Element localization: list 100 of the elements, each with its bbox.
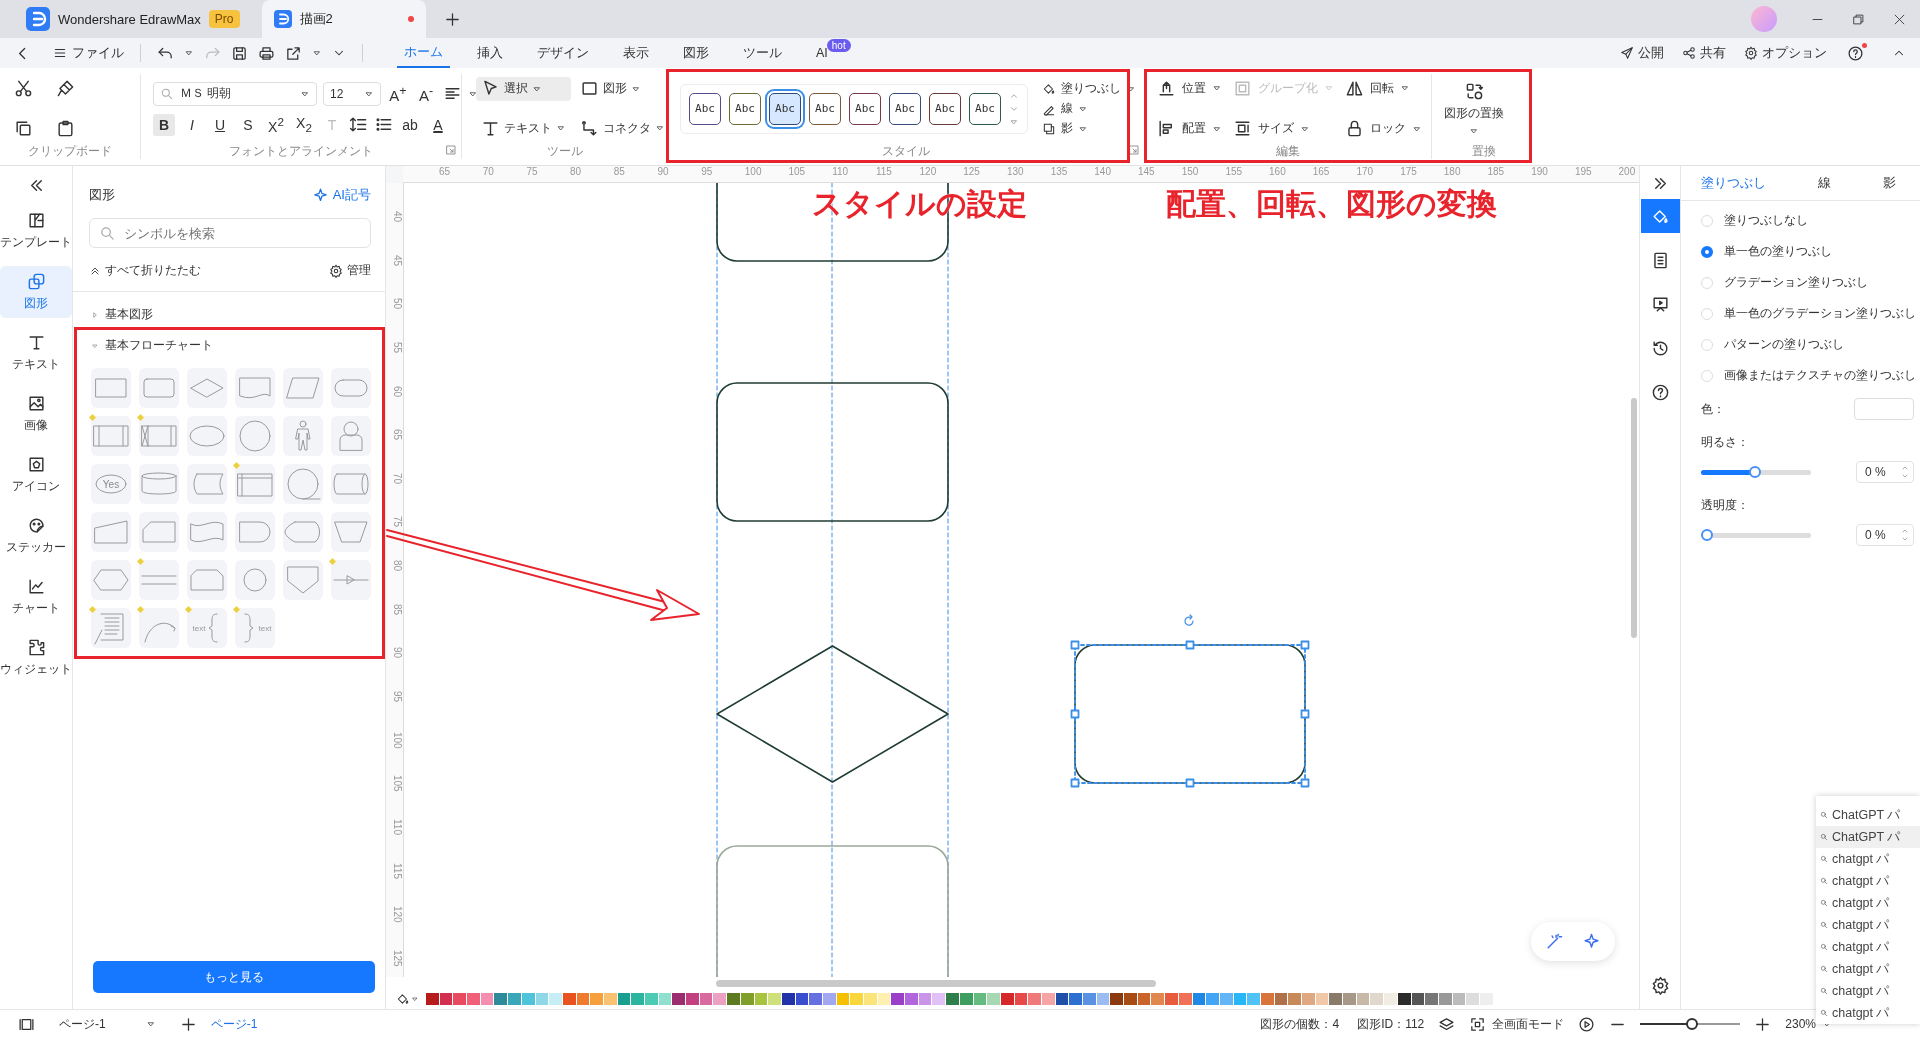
search-field[interactable]: シンボルを検索 <box>89 218 371 248</box>
more-button[interactable]: もっと見る <box>93 961 375 993</box>
fill-option[interactable]: グラデーション塗りつぶし <box>1701 274 1920 291</box>
fill-option[interactable]: 画像またはテクスチャの塗りつぶし <box>1701 367 1920 384</box>
tool-button[interactable]: 選択 <box>476 76 571 101</box>
suggestion-item[interactable]: chatgpt パ <box>1816 980 1920 1002</box>
line-button[interactable]: 線 <box>1042 100 1136 117</box>
panel-tab[interactable]: 塗りつぶし <box>1701 166 1766 200</box>
format-button[interactable]: X$_{2}$ <box>293 113 315 136</box>
percent-field[interactable]: 0 % <box>1856 524 1914 546</box>
ai-symbol-link[interactable]: AI記号 <box>311 186 371 204</box>
ribbon-tab[interactable]: ツール <box>736 38 789 68</box>
format-button[interactable]: S <box>237 113 259 136</box>
fill-option[interactable]: パターンの塗りつぶし <box>1701 336 1920 353</box>
suggestion-item[interactable]: chatgpt パ <box>1816 936 1920 958</box>
suggestion-item[interactable]: chatgpt パ <box>1816 1002 1920 1024</box>
style-preset[interactable]: Abc <box>689 92 721 125</box>
suggestion-item[interactable]: chatgpt パ <box>1816 870 1920 892</box>
ruler-label: 110 <box>391 818 403 838</box>
style-preset[interactable]: Abc <box>889 92 921 125</box>
ribbon-tab[interactable]: 図形 <box>676 38 716 68</box>
align-button[interactable]: 配置 <box>1157 119 1227 139</box>
panel-tab[interactable]: 影 <box>1883 166 1896 200</box>
fill-option[interactable]: 単一色のグラデーション塗りつぶし <box>1701 305 1920 322</box>
ruler-label: 165 <box>1312 166 1331 179</box>
style-preset[interactable]: Abc <box>729 92 761 125</box>
size-button[interactable]: サイズ <box>1233 119 1339 139</box>
tool-button[interactable]: テキスト <box>476 116 571 141</box>
format-button[interactable]: I <box>181 113 203 136</box>
page-tab[interactable]: ページ-1 <box>210 1015 258 1033</box>
share-button[interactable]: 共有 <box>1682 44 1726 62</box>
ruler-label: 85 <box>391 602 403 617</box>
sidebar-item[interactable]: 画像 <box>0 388 72 440</box>
sidebar-item[interactable]: チャート <box>0 571 72 623</box>
suggestion-item[interactable]: chatgpt パ <box>1816 892 1920 914</box>
sidebar-item[interactable]: テキスト <box>0 327 72 379</box>
collapse-all-button[interactable]: すべて折りたたむ <box>89 262 201 279</box>
ruler-label: 140 <box>1094 166 1112 179</box>
font-family-select[interactable]: ＭＳ 明朝 <box>153 81 317 106</box>
ruler-label: 50 <box>391 297 403 312</box>
ruler-label: 180 <box>1443 166 1462 179</box>
group-label: 編集 <box>1275 143 1301 159</box>
shrink-font-button[interactable]: A$^{-}$ <box>415 82 437 105</box>
style-preset[interactable]: Abc <box>929 92 961 125</box>
suggestion-item[interactable]: chatgpt パ <box>1816 914 1920 936</box>
grow-font-button[interactable]: A$^{+}$ <box>387 82 409 105</box>
options-button[interactable]: オプション <box>1744 44 1827 62</box>
app-tab[interactable]: Wondershare EdrawMax Pro <box>14 0 252 38</box>
shape-id: 図形ID：112 <box>1357 1015 1425 1033</box>
sidebar-item[interactable]: 図形 <box>0 266 72 318</box>
ribbon-tab[interactable]: デザイン <box>530 38 596 68</box>
font-size-select[interactable]: 12 <box>323 81 381 106</box>
ruler-label: 185 <box>1487 166 1506 179</box>
sidebar-item[interactable]: ステッカー <box>0 510 72 562</box>
publish-button[interactable]: 公開 <box>1620 44 1664 62</box>
position-button[interactable]: 位置 <box>1157 78 1227 98</box>
suggestion-item[interactable]: chatgpt パ <box>1816 958 1920 980</box>
ribbon-tab[interactable]: 表示 <box>616 38 656 68</box>
format-button[interactable]: ab <box>399 113 421 136</box>
format-button[interactable]: A <box>427 113 449 136</box>
format-button[interactable]: B <box>153 113 175 136</box>
style-preset[interactable]: Abc <box>969 92 1001 125</box>
group-label: クリップボード <box>27 143 113 159</box>
suggestion-item[interactable]: ChatGPT パ <box>1816 826 1920 848</box>
fill-button[interactable]: 塗りつぶし <box>1042 80 1136 97</box>
suggestion-item[interactable]: ChatGPT パ <box>1816 804 1920 826</box>
ruler-label: 40 <box>391 210 403 225</box>
panel-title: 図形 <box>89 186 115 204</box>
tool-button[interactable]: 図形 <box>575 76 660 101</box>
format-button[interactable]: U <box>209 113 231 136</box>
ruler-label: 45 <box>391 253 403 268</box>
ruler-label: 125 <box>963 166 981 179</box>
page-select[interactable]: ページ-1 <box>59 1015 156 1033</box>
replace-shape-button[interactable]: 図形の置換 <box>1444 81 1504 136</box>
tool-button[interactable]: コネクタ <box>575 116 660 141</box>
style-preset[interactable]: Abc <box>849 92 881 125</box>
suggestion-item[interactable]: chatgpt パ <box>1816 848 1920 870</box>
ruler-label: 65 <box>391 428 403 443</box>
manage-button[interactable]: 管理 <box>329 262 371 279</box>
ribbon-tab[interactable]: 挿入 <box>470 38 510 68</box>
shape-count: 図形の個数：4 <box>1260 1015 1340 1033</box>
file-menu-button[interactable]: ファイル <box>53 44 124 62</box>
app-tab[interactable]: 描画2 <box>261 0 426 38</box>
flip-button[interactable]: 回転 <box>1345 78 1427 98</box>
format-button[interactable]: X$^{2}$ <box>265 113 287 136</box>
sidebar-item[interactable]: ウィジェット <box>0 632 72 684</box>
panel-tab[interactable]: 線 <box>1818 166 1831 200</box>
section-header[interactable]: 基本図形 <box>91 306 153 323</box>
group-label: ツール <box>545 143 584 159</box>
sidebar-item[interactable]: テンプレート <box>0 205 72 257</box>
shadow-button[interactable]: 影 <box>1042 120 1136 137</box>
fill-option[interactable]: 塗りつぶしなし <box>1701 212 1920 229</box>
section-header[interactable]: 基本フローチャート <box>91 337 213 354</box>
style-preset[interactable]: Abc <box>809 92 841 125</box>
sidebar-item[interactable]: アイコン <box>0 449 72 501</box>
fill-option[interactable]: 単一色の塗りつぶし <box>1701 243 1920 260</box>
lock-button[interactable]: ロック <box>1345 119 1427 139</box>
color-label: 色： <box>1701 400 1725 418</box>
fullscreen-button[interactable]: 全画面モード <box>1469 1015 1565 1033</box>
percent-field[interactable]: 0 % <box>1856 461 1914 483</box>
